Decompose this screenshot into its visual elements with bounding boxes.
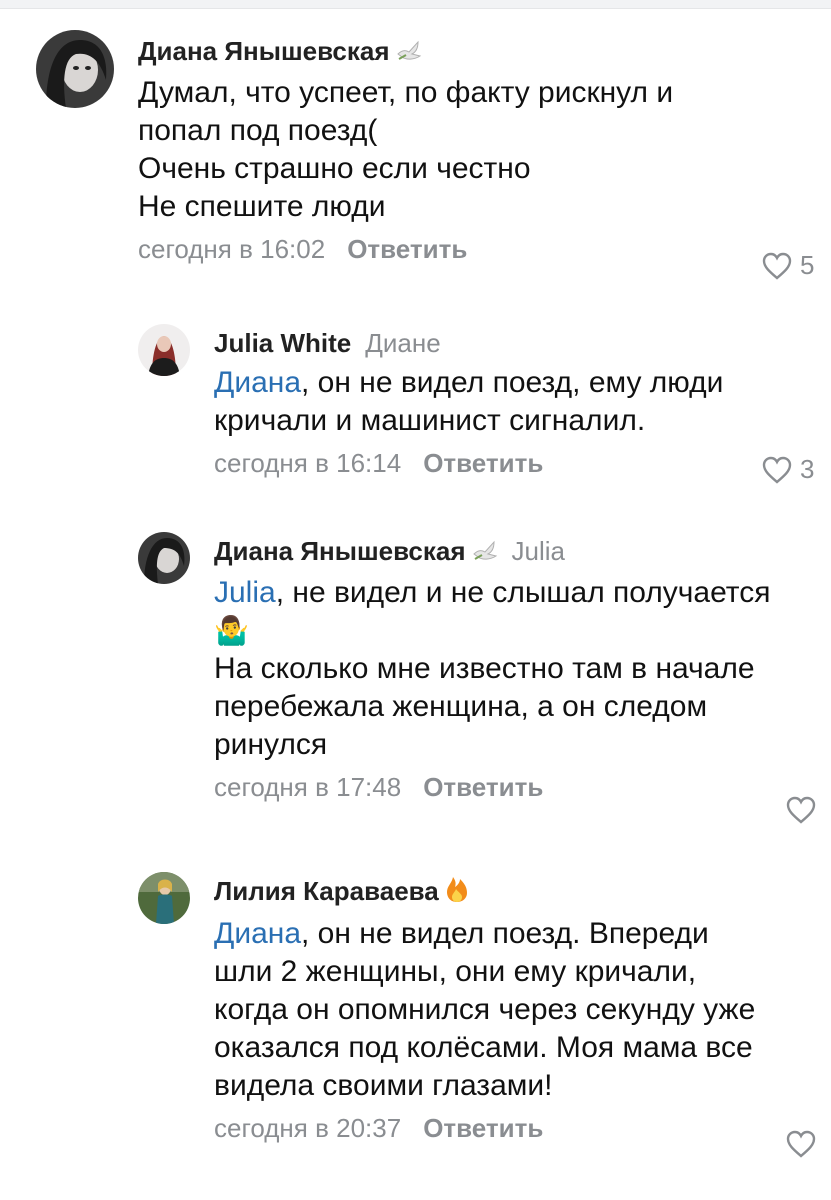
- shrug-emoji-icon: 🤷‍♂️: [214, 615, 249, 647]
- reply-button[interactable]: Ответить: [423, 448, 543, 478]
- comment-meta: сегодня в 16:14 Ответить: [214, 446, 814, 480]
- like-button[interactable]: 5: [762, 250, 814, 281]
- like-button[interactable]: [786, 1130, 816, 1158]
- top-divider: [0, 0, 831, 9]
- avatar[interactable]: [36, 30, 114, 108]
- dove-icon: [472, 536, 498, 570]
- comment-text: Диана, он не видел поезд. Впереди шли 2 …: [214, 915, 824, 1105]
- reply-button[interactable]: Ответить: [423, 772, 543, 802]
- fire-icon: [445, 875, 469, 911]
- like-count: 3: [800, 454, 815, 484]
- heart-icon: [762, 252, 792, 280]
- mention-link[interactable]: Диана: [214, 917, 301, 950]
- reply-button[interactable]: Ответить: [347, 234, 467, 264]
- comment-text: Диана, он не видел поезд, ему люди крича…: [214, 364, 814, 440]
- comment-time: сегодня в 16:14: [214, 448, 402, 478]
- comment-text: Думал, что успеет, по факту рискнул и по…: [138, 76, 674, 224]
- author-name[interactable]: Диана Янышевская: [214, 536, 466, 566]
- author-name[interactable]: Лилия Караваева: [214, 876, 439, 906]
- mention-link[interactable]: Диана: [214, 366, 301, 399]
- comment-time: сегодня в 16:02: [138, 234, 326, 265]
- comment-body: , не видел и не слышал получается: [275, 576, 771, 610]
- reply-button[interactable]: Ответить: [423, 1113, 543, 1143]
- comment-text: Julia, не видел и не слышал получается: [214, 574, 824, 612]
- comment-author[interactable]: Лилия Караваева: [214, 874, 824, 911]
- comment-author[interactable]: Диана Янышевская: [138, 34, 818, 70]
- reply-to[interactable]: Диане: [365, 328, 440, 358]
- like-button[interactable]: 3: [762, 454, 814, 485]
- comment-time: сегодня в 20:37: [214, 1113, 402, 1144]
- comment-meta: сегодня в 20:37 Ответить: [214, 1111, 824, 1145]
- avatar[interactable]: [138, 532, 190, 584]
- comment-meta: сегодня в 17:48 Ответить: [214, 770, 824, 804]
- author-name[interactable]: Julia White: [214, 328, 351, 358]
- heart-icon: [786, 796, 816, 824]
- comment-author[interactable]: Julia White Диане: [214, 326, 814, 360]
- comment-time: сегодня в 17:48: [214, 772, 402, 803]
- heart-icon: [786, 1130, 816, 1158]
- author-name[interactable]: Диана Янышевская: [138, 36, 390, 66]
- dove-icon: [396, 36, 422, 70]
- like-button[interactable]: [786, 796, 816, 824]
- comment-author[interactable]: Диана Янышевская Julia: [214, 534, 824, 570]
- avatar[interactable]: [138, 324, 190, 376]
- reply-to[interactable]: Julia: [512, 536, 565, 566]
- comment-meta: сегодня в 16:02 Ответить: [138, 232, 818, 266]
- shrug-emoji: 🤷‍♂️: [214, 612, 824, 650]
- avatar[interactable]: [138, 872, 190, 924]
- comment-body-continued: На сколько мне известно там в начале пер…: [214, 652, 755, 762]
- mention-link[interactable]: Julia: [214, 576, 276, 609]
- like-count: 5: [800, 250, 815, 280]
- heart-icon: [762, 456, 792, 484]
